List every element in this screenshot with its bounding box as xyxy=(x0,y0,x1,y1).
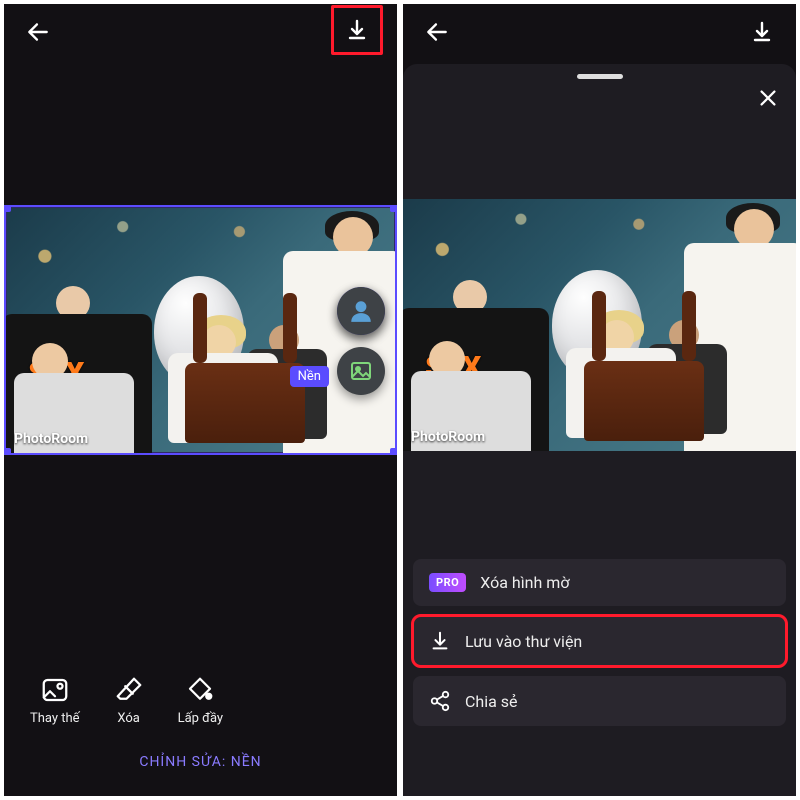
top-bar xyxy=(4,4,397,60)
back-button[interactable] xyxy=(18,12,58,52)
fill-label: Lấp đầy xyxy=(178,711,224,726)
watermark: PhotoRoom xyxy=(14,431,88,447)
selection-handle[interactable] xyxy=(4,205,11,212)
replace-tool[interactable]: Thay thế xyxy=(30,675,80,726)
arrow-left-icon xyxy=(25,19,51,45)
person-icon xyxy=(348,298,374,324)
top-bar xyxy=(403,4,796,60)
sheet-grabber[interactable] xyxy=(577,74,623,79)
download-icon xyxy=(750,20,774,44)
back-button[interactable] xyxy=(417,12,457,52)
footer-mode-title: CHỈNH SỬA: NỀN xyxy=(4,754,397,770)
download-icon xyxy=(429,630,451,652)
eraser-icon xyxy=(114,675,144,705)
wooden-chair xyxy=(185,363,305,443)
selection-handle[interactable] xyxy=(390,448,397,455)
subject-layer-button[interactable] xyxy=(337,287,385,335)
replace-label: Thay thế xyxy=(30,711,80,726)
edit-tools: Thay thế Xóa Lấp đầy xyxy=(4,675,397,726)
save-to-library-option[interactable]: Lưu vào thư viện xyxy=(413,616,786,666)
arrow-left-icon xyxy=(424,19,450,45)
selection-handle[interactable] xyxy=(390,205,397,212)
watermark: PhotoRoom xyxy=(411,429,485,445)
download-button[interactable] xyxy=(742,12,782,52)
export-menu: PRO Xóa hình mờ Lưu vào thư viện Chia sẻ xyxy=(413,559,786,726)
close-button[interactable] xyxy=(752,82,784,114)
close-icon xyxy=(757,87,779,109)
wooden-chair xyxy=(584,361,704,441)
remove-watermark-option[interactable]: PRO Xóa hình mờ xyxy=(413,559,786,606)
editor-screen: SLX PhotoRoom + xyxy=(4,4,397,796)
background-layer-button[interactable] xyxy=(337,347,385,395)
replace-icon xyxy=(40,675,70,705)
preview-image: SLX PhotoRoom xyxy=(403,199,796,451)
save-label: Lưu vào thư viện xyxy=(465,632,582,651)
selection-handle[interactable] xyxy=(4,448,11,455)
preview-area: SLX PhotoRoom xyxy=(403,199,796,451)
delete-label: Xóa xyxy=(117,711,140,726)
background-layer-label: Nền xyxy=(290,366,329,387)
share-option[interactable]: Chia sẻ xyxy=(413,676,786,726)
download-icon xyxy=(345,18,369,42)
canvas-area: SLX PhotoRoom + xyxy=(4,205,397,455)
export-screen: SLX PhotoRoom PRO Xóa hình mờ Lưu vào th… xyxy=(403,4,796,796)
fill-icon xyxy=(185,675,215,705)
share-icon xyxy=(429,690,451,712)
layer-fab-stack: + Nền xyxy=(337,287,385,395)
share-label: Chia sẻ xyxy=(465,692,518,711)
remove-watermark-label: Xóa hình mờ xyxy=(480,573,569,592)
edited-image[interactable]: SLX PhotoRoom + xyxy=(4,205,397,455)
image-icon xyxy=(349,359,373,383)
export-sheet: SLX PhotoRoom PRO Xóa hình mờ Lưu vào th… xyxy=(403,64,796,796)
delete-tool[interactable]: Xóa xyxy=(114,675,144,726)
download-button[interactable] xyxy=(331,5,383,55)
pro-badge: PRO xyxy=(429,573,466,592)
fill-tool[interactable]: Lấp đầy xyxy=(178,675,224,726)
